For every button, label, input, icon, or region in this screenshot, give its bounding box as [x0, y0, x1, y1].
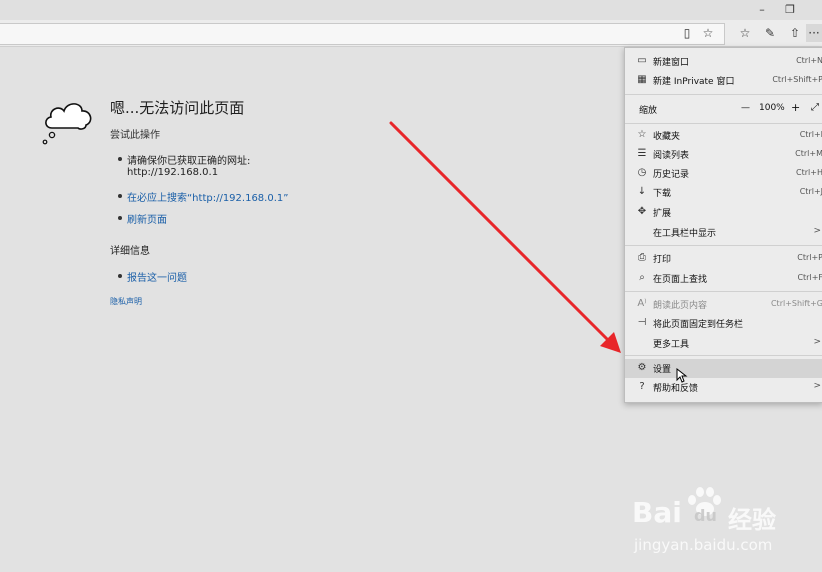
watermark-url: jingyan.baidu.com [634, 536, 773, 554]
chevron-right-icon: > [813, 337, 821, 347]
menu-item-label: 将此页面固定到任务栏 [653, 320, 744, 330]
menu-item-more-tools[interactable]: 更多工具 > [625, 334, 822, 353]
menu-divider [625, 245, 822, 246]
mouse-cursor-icon [676, 368, 688, 383]
history-icon: ◷ [637, 167, 647, 178]
menu-divider [625, 291, 822, 292]
menu-item-favorites[interactable]: ☆ 收藏夹 Ctrl+I [625, 126, 822, 145]
menu-item-shortcut: Ctrl+M [795, 149, 822, 158]
menu-item-label: 收藏夹 [653, 132, 681, 142]
settings-menu: ▭ 新建窗口 Ctrl+N ▦ 新建 InPrivate 窗口 Ctrl+Shi… [624, 47, 822, 403]
pin-icon: ⊣ [637, 317, 647, 328]
menu-item-shortcut: Ctrl+Shift+P [772, 75, 822, 84]
watermark-brand-du: du [694, 506, 717, 525]
menu-item-help-feedback[interactable]: ? 帮助和反馈 > [625, 378, 822, 397]
watermark-cn: 经验 [728, 506, 776, 534]
menu-item-label: 更多工具 [653, 340, 690, 350]
menu-item-shortcut: Ctrl+I [799, 130, 822, 139]
chevron-right-icon: > [813, 381, 821, 391]
download-icon: ↓ [637, 186, 647, 197]
help-icon: ? [639, 381, 645, 392]
menu-item-label: 打印 [653, 255, 672, 265]
menu-item-shortcut: Ctrl+J [799, 187, 822, 196]
watermark-brand: Bai [632, 496, 682, 529]
menu-item-find-on-page[interactable]: ⌕ 在页面上查找 Ctrl+F [625, 269, 822, 288]
menu-item-label: 阅读列表 [653, 151, 690, 161]
menu-item-shortcut: Ctrl+P [797, 253, 822, 262]
star-icon: ☆ [637, 129, 647, 140]
menu-item-label: 新建窗口 [653, 58, 690, 68]
zoom-row: 缩放 — 100% + ⤢ [625, 100, 822, 119]
menu-item-history[interactable]: ◷ 历史记录 Ctrl+H [625, 164, 822, 183]
gear-icon: ⚙ [637, 362, 647, 373]
menu-divider [625, 123, 822, 124]
reading-list-icon: ☰ [637, 148, 647, 159]
inprivate-icon: ▦ [637, 74, 647, 85]
printer-icon: ⎙ [638, 252, 646, 263]
menu-item-label: 在工具栏中显示 [653, 229, 717, 239]
menu-item-read-aloud[interactable]: A⁾ 朗读此页内容 Ctrl+Shift+G [625, 295, 822, 314]
menu-item-settings[interactable]: ⚙ 设置 [625, 359, 822, 378]
menu-divider [625, 94, 822, 95]
menu-item-new-inprivate[interactable]: ▦ 新建 InPrivate 窗口 Ctrl+Shift+P [625, 71, 822, 90]
menu-item-label: 下载 [653, 189, 672, 199]
extensions-icon: ✥ [637, 206, 647, 217]
menu-item-label: 设置 [653, 365, 672, 375]
menu-item-extensions[interactable]: ✥ 扩展 [625, 203, 822, 222]
menu-item-show-in-toolbar[interactable]: 在工具栏中显示 > [625, 223, 822, 242]
menu-item-label: 朗读此页内容 [653, 301, 708, 311]
menu-item-label: 新建 InPrivate 窗口 [653, 77, 735, 87]
menu-item-new-window[interactable]: ▭ 新建窗口 Ctrl+N [625, 52, 822, 71]
menu-item-label: 在页面上查找 [653, 275, 708, 285]
menu-item-shortcut: Ctrl+N [796, 56, 822, 65]
window-icon: ▭ [637, 55, 647, 66]
menu-item-label: 历史记录 [653, 170, 690, 180]
menu-item-shortcut: Ctrl+Shift+G [770, 299, 822, 308]
menu-item-shortcut: Ctrl+H [796, 168, 822, 177]
menu-item-print[interactable]: ⎙ 打印 Ctrl+P [625, 249, 822, 268]
fullscreen-icon[interactable]: ⤢ [811, 102, 819, 113]
read-aloud-icon: A⁾ [637, 298, 647, 309]
search-icon: ⌕ [639, 272, 645, 283]
baidu-watermark: Bai du 经验 jingyan.baidu.com [632, 486, 802, 556]
menu-item-label: 扩展 [653, 209, 672, 219]
menu-item-shortcut: Ctrl+F [797, 273, 822, 282]
zoom-in-button[interactable]: + [791, 101, 800, 114]
zoom-value: 100% [759, 103, 785, 113]
chevron-right-icon: > [813, 226, 821, 236]
menu-item-downloads[interactable]: ↓ 下载 Ctrl+J [625, 183, 822, 202]
menu-item-pin-to-taskbar[interactable]: ⊣ 将此页面固定到任务栏 [625, 314, 822, 333]
zoom-label: 缩放 [639, 106, 658, 116]
zoom-out-button[interactable]: — [741, 103, 750, 113]
menu-item-reading-list[interactable]: ☰ 阅读列表 Ctrl+M [625, 145, 822, 164]
menu-divider [625, 355, 822, 356]
